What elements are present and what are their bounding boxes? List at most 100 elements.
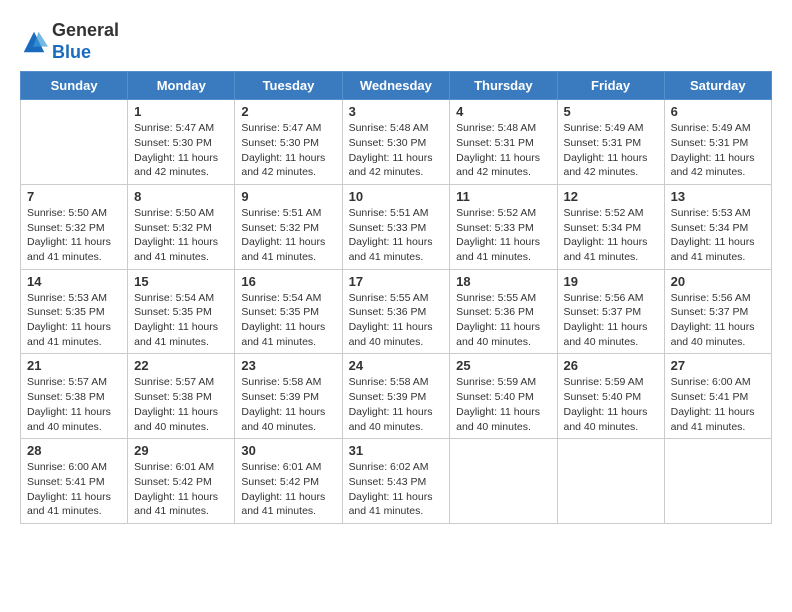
- day-info: Sunrise: 6:00 AM Sunset: 5:41 PM Dayligh…: [27, 460, 121, 519]
- day-info: Sunrise: 5:59 AM Sunset: 5:40 PM Dayligh…: [564, 375, 658, 434]
- day-number: 12: [564, 189, 658, 204]
- day-info: Sunrise: 6:00 AM Sunset: 5:41 PM Dayligh…: [671, 375, 765, 434]
- calendar-cell: 13 Sunrise: 5:53 AM Sunset: 5:34 PM Dayli…: [664, 184, 771, 269]
- day-number: 18: [456, 274, 550, 289]
- day-info: Sunrise: 5:53 AM Sunset: 5:34 PM Dayligh…: [671, 206, 765, 265]
- day-number: 16: [241, 274, 335, 289]
- day-number: 13: [671, 189, 765, 204]
- calendar-cell: [21, 100, 128, 185]
- calendar-cell: 7Sunrise: 5:50 AM Sunset: 5:32 PM Daylig…: [21, 184, 128, 269]
- calendar-cell: 20 Sunrise: 5:56 AM Sunset: 5:37 PM Dayli…: [664, 269, 771, 354]
- calendar-cell: 11 Sunrise: 5:52 AM Sunset: 5:33 PM Dayli…: [450, 184, 557, 269]
- day-info: Sunrise: 5:52 AM Sunset: 5:33 PM Dayligh…: [456, 206, 550, 265]
- day-info: Sunrise: 5:58 AM Sunset: 5:39 PM Dayligh…: [349, 375, 444, 434]
- calendar-cell: 30Sunrise: 6:01 AM Sunset: 5:42 PM Dayli…: [235, 439, 342, 524]
- day-info: Sunrise: 5:52 AM Sunset: 5:34 PM Dayligh…: [564, 206, 658, 265]
- day-header-saturday: Saturday: [664, 72, 771, 100]
- calendar-cell: 16 Sunrise: 5:54 AM Sunset: 5:35 PM Dayli…: [235, 269, 342, 354]
- day-info: Sunrise: 5:54 AM Sunset: 5:35 PM Dayligh…: [241, 291, 335, 350]
- calendar-header-row: SundayMondayTuesdayWednesdayThursdayFrid…: [21, 72, 772, 100]
- page-header: General Blue: [20, 20, 772, 63]
- calendar-cell: 18 Sunrise: 5:55 AM Sunset: 5:36 PM Dayli…: [450, 269, 557, 354]
- day-number: 11: [456, 189, 550, 204]
- calendar-cell: 25 Sunrise: 5:59 AM Sunset: 5:40 PM Dayli…: [450, 354, 557, 439]
- calendar-cell: 29 Sunrise: 6:01 AM Sunset: 5:42 PM Dayli…: [128, 439, 235, 524]
- calendar-week-row: 28 Sunrise: 6:00 AM Sunset: 5:41 PM Dayli…: [21, 439, 772, 524]
- day-info: Sunrise: 5:59 AM Sunset: 5:40 PM Dayligh…: [456, 375, 550, 434]
- logo-icon: [20, 28, 48, 56]
- calendar-cell: 22 Sunrise: 5:57 AM Sunset: 5:38 PM Dayli…: [128, 354, 235, 439]
- day-header-sunday: Sunday: [21, 72, 128, 100]
- day-number: 21: [27, 358, 121, 373]
- day-info: Sunrise: 5:50 AM Sunset: 5:32 PM Dayligh…: [134, 206, 228, 265]
- day-info: Sunrise: 5:57 AM Sunset: 5:38 PM Dayligh…: [134, 375, 228, 434]
- day-header-tuesday: Tuesday: [235, 72, 342, 100]
- day-number: 15: [134, 274, 228, 289]
- calendar-cell: 21Sunrise: 5:57 AM Sunset: 5:38 PM Dayli…: [21, 354, 128, 439]
- logo: General Blue: [20, 20, 119, 63]
- day-info: Sunrise: 6:02 AM Sunset: 5:43 PM Dayligh…: [349, 460, 444, 519]
- logo-general-text: General: [52, 20, 119, 40]
- calendar-cell: 31 Sunrise: 6:02 AM Sunset: 5:43 PM Dayli…: [342, 439, 450, 524]
- calendar-cell: 17 Sunrise: 5:55 AM Sunset: 5:36 PM Dayli…: [342, 269, 450, 354]
- day-info: Sunrise: 6:01 AM Sunset: 5:42 PM Dayligh…: [134, 460, 228, 519]
- day-number: 6: [671, 104, 765, 119]
- day-info: Sunrise: 5:51 AM Sunset: 5:33 PM Dayligh…: [349, 206, 444, 265]
- day-number: 25: [456, 358, 550, 373]
- day-number: 28: [27, 443, 121, 458]
- calendar-cell: [450, 439, 557, 524]
- calendar-cell: 5 Sunrise: 5:49 AM Sunset: 5:31 PM Daylig…: [557, 100, 664, 185]
- day-info: Sunrise: 5:48 AM Sunset: 5:30 PM Dayligh…: [349, 121, 444, 180]
- calendar-cell: 1 Sunrise: 5:47 AM Sunset: 5:30 PM Daylig…: [128, 100, 235, 185]
- day-info: Sunrise: 5:55 AM Sunset: 5:36 PM Dayligh…: [349, 291, 444, 350]
- day-number: 4: [456, 104, 550, 119]
- day-info: Sunrise: 5:47 AM Sunset: 5:30 PM Dayligh…: [134, 121, 228, 180]
- calendar-cell: 4 Sunrise: 5:48 AM Sunset: 5:31 PM Daylig…: [450, 100, 557, 185]
- day-info: Sunrise: 5:56 AM Sunset: 5:37 PM Dayligh…: [671, 291, 765, 350]
- calendar-week-row: 1 Sunrise: 5:47 AM Sunset: 5:30 PM Daylig…: [21, 100, 772, 185]
- day-number: 27: [671, 358, 765, 373]
- day-header-friday: Friday: [557, 72, 664, 100]
- day-number: 29: [134, 443, 228, 458]
- calendar-cell: [664, 439, 771, 524]
- logo-blue-text: Blue: [52, 42, 91, 62]
- calendar-cell: 28 Sunrise: 6:00 AM Sunset: 5:41 PM Dayli…: [21, 439, 128, 524]
- day-number: 5: [564, 104, 658, 119]
- calendar-cell: 15Sunrise: 5:54 AM Sunset: 5:35 PM Dayli…: [128, 269, 235, 354]
- day-header-wednesday: Wednesday: [342, 72, 450, 100]
- calendar-cell: 3Sunrise: 5:48 AM Sunset: 5:30 PM Daylig…: [342, 100, 450, 185]
- calendar-cell: [557, 439, 664, 524]
- calendar-week-row: 14 Sunrise: 5:53 AM Sunset: 5:35 PM Dayli…: [21, 269, 772, 354]
- calendar-cell: 14 Sunrise: 5:53 AM Sunset: 5:35 PM Dayli…: [21, 269, 128, 354]
- day-number: 31: [349, 443, 444, 458]
- day-info: Sunrise: 5:55 AM Sunset: 5:36 PM Dayligh…: [456, 291, 550, 350]
- calendar-cell: 27 Sunrise: 6:00 AM Sunset: 5:41 PM Dayli…: [664, 354, 771, 439]
- day-info: Sunrise: 5:48 AM Sunset: 5:31 PM Dayligh…: [456, 121, 550, 180]
- day-header-thursday: Thursday: [450, 72, 557, 100]
- day-header-monday: Monday: [128, 72, 235, 100]
- calendar-cell: 6 Sunrise: 5:49 AM Sunset: 5:31 PM Daylig…: [664, 100, 771, 185]
- day-number: 14: [27, 274, 121, 289]
- day-info: Sunrise: 6:01 AM Sunset: 5:42 PM Dayligh…: [241, 460, 335, 519]
- calendar-cell: 24Sunrise: 5:58 AM Sunset: 5:39 PM Dayli…: [342, 354, 450, 439]
- day-number: 1: [134, 104, 228, 119]
- day-number: 2: [241, 104, 335, 119]
- day-info: Sunrise: 5:47 AM Sunset: 5:30 PM Dayligh…: [241, 121, 335, 180]
- day-info: Sunrise: 5:53 AM Sunset: 5:35 PM Dayligh…: [27, 291, 121, 350]
- day-number: 22: [134, 358, 228, 373]
- day-number: 17: [349, 274, 444, 289]
- calendar-week-row: 21 Sunrise: 5:57 AM Sunset: 5:38 PM Dayli…: [21, 354, 772, 439]
- day-number: 26: [564, 358, 658, 373]
- day-number: 20: [671, 274, 765, 289]
- day-info: Sunrise: 5:49 AM Sunset: 5:31 PM Dayligh…: [564, 121, 658, 180]
- day-info: Sunrise: 5:50 AM Sunset: 5:32 PM Dayligh…: [27, 206, 121, 265]
- day-number: 10: [349, 189, 444, 204]
- calendar-cell: 26 Sunrise: 5:59 AM Sunset: 5:40 PM Dayli…: [557, 354, 664, 439]
- calendar-cell: 9Sunrise: 5:51 AM Sunset: 5:32 PM Daylig…: [235, 184, 342, 269]
- calendar-cell: 2 Sunrise: 5:47 AM Sunset: 5:30 PM Daylig…: [235, 100, 342, 185]
- calendar-cell: 19Sunrise: 5:56 AM Sunset: 5:37 PM Dayli…: [557, 269, 664, 354]
- calendar-cell: 8Sunrise: 5:50 AM Sunset: 5:32 PM Daylig…: [128, 184, 235, 269]
- day-info: Sunrise: 5:49 AM Sunset: 5:31 PM Dayligh…: [671, 121, 765, 180]
- day-info: Sunrise: 5:56 AM Sunset: 5:37 PM Dayligh…: [564, 291, 658, 350]
- day-number: 23: [241, 358, 335, 373]
